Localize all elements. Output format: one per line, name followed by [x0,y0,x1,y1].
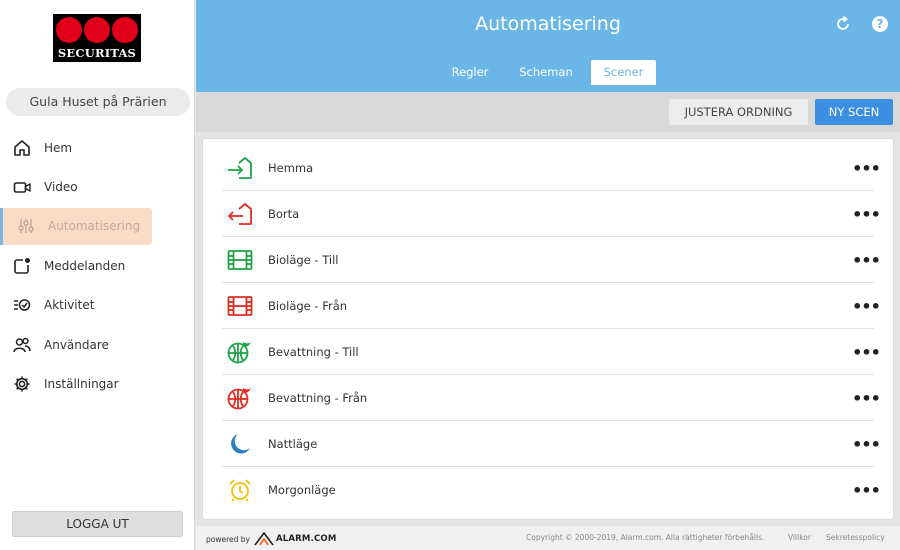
sidebar-item-installningar[interactable]: Inställningar [0,364,195,403]
securitas-logo[interactable]: SECURITAS [53,14,141,62]
film-icon [227,293,253,319]
moon-icon [227,431,253,457]
scene-row-bevattning-till[interactable]: Bevattning - Till ••• [222,329,881,375]
copyright-text: Copyright © 2000-2019, Alarm.com. Alla r… [526,533,765,542]
sidebar-item-automatisering[interactable]: Automatisering [0,207,195,246]
scene-row-nattlage[interactable]: Nattläge ••• [222,421,881,467]
more-icon[interactable]: ••• [852,343,881,362]
more-icon[interactable]: ••• [852,251,881,270]
sidebar-nav: Hem Video Automatisering Meddelanden Akt… [0,128,195,404]
scene-label: Bioläge - Till [268,252,339,267]
action-bar: JUSTERA ORDNING NY SCEN [196,92,900,132]
page-title: Automatisering [475,13,621,35]
globe-icon [227,385,253,411]
scene-label: Bioläge - Från [268,298,348,313]
scene-row-biolage-fran[interactable]: Bioläge - Från ••• [222,283,881,329]
arrive-home-icon [227,155,253,181]
scene-row-borta[interactable]: Borta ••• [222,191,881,237]
gear-icon [12,374,32,394]
footer: powered by ALARM.COM Copyright © 2000-20… [196,526,900,550]
powered-by: powered by ALARM.COM [206,532,337,546]
scene-row-hemma[interactable]: Hemma ••• [222,145,881,191]
reorder-button[interactable]: JUSTERA ORDNING [669,99,808,125]
alarm-clock-icon [227,477,253,503]
svg-text:?: ? [877,17,884,31]
page-header: Automatisering ? Regler Scheman Scener [196,0,900,92]
scene-label: Borta [268,206,300,221]
logout-button[interactable]: LOGGA UT [12,511,183,537]
sidebar-item-label: Inställningar [44,377,119,392]
sidebar-item-aktivitet[interactable]: Aktivitet [0,286,195,325]
scene-row-morgonlage[interactable]: Morgonläge ••• [222,467,881,513]
privacy-link[interactable]: Sekretesspolicy [826,533,885,542]
sidebar-item-anvandare[interactable]: Användare [0,325,195,364]
sidebar-item-label: Hem [44,140,73,155]
terms-link[interactable]: Villkor [788,533,811,542]
refresh-icon[interactable] [834,15,852,33]
sliders-icon [16,216,36,236]
tab-scheman[interactable]: Scheman [512,60,580,85]
activity-icon [12,295,32,315]
sidebar: SECURITAS Gula Huset på Prärien Hem Vide… [0,0,195,550]
more-icon[interactable]: ••• [852,159,881,178]
scene-row-bevattning-fran[interactable]: Bevattning - Från ••• [222,375,881,421]
tab-scener[interactable]: Scener [591,60,656,85]
home-icon [12,138,32,158]
users-icon [12,335,32,355]
scene-label: Bevattning - Från [268,390,368,405]
more-icon[interactable]: ••• [852,389,881,408]
scene-list: Hemma ••• Borta ••• Bioläge - Till ••• B… [203,139,893,519]
globe-icon [227,339,253,365]
new-scene-button[interactable]: NY SCEN [815,99,893,125]
sidebar-item-label: Video [44,180,78,195]
video-icon [12,177,32,197]
scene-label: Morgonläge [268,483,336,497]
more-icon[interactable]: ••• [852,297,881,316]
alarm-com-logo[interactable]: ALARM.COM [254,532,337,546]
more-icon[interactable]: ••• [852,435,881,454]
more-icon[interactable]: ••• [852,481,881,500]
notification-icon [12,256,32,276]
sidebar-item-label: Användare [44,337,109,352]
header-tabs: Regler Scheman Scener [196,60,900,85]
scene-row-biolage-till[interactable]: Bioläge - Till ••• [222,237,881,283]
sidebar-item-label: Meddelanden [44,258,126,273]
scene-label: Nattläge [268,436,318,451]
tab-regler[interactable]: Regler [442,60,498,85]
sidebar-item-video[interactable]: Video [0,167,195,206]
sidebar-item-hem[interactable]: Hem [0,128,195,167]
scene-label: Hemma [268,160,314,175]
sidebar-item-label: Aktivitet [44,298,95,313]
scene-label: Bevattning - Till [268,344,359,359]
more-icon[interactable]: ••• [852,205,881,224]
help-icon[interactable]: ? [871,15,889,33]
sidebar-item-label: Automatisering [48,219,141,234]
sidebar-item-meddelanden[interactable]: Meddelanden [0,246,195,285]
location-selector[interactable]: Gula Huset på Prärien [6,88,190,116]
film-icon [227,247,253,273]
leave-home-icon [227,201,253,227]
